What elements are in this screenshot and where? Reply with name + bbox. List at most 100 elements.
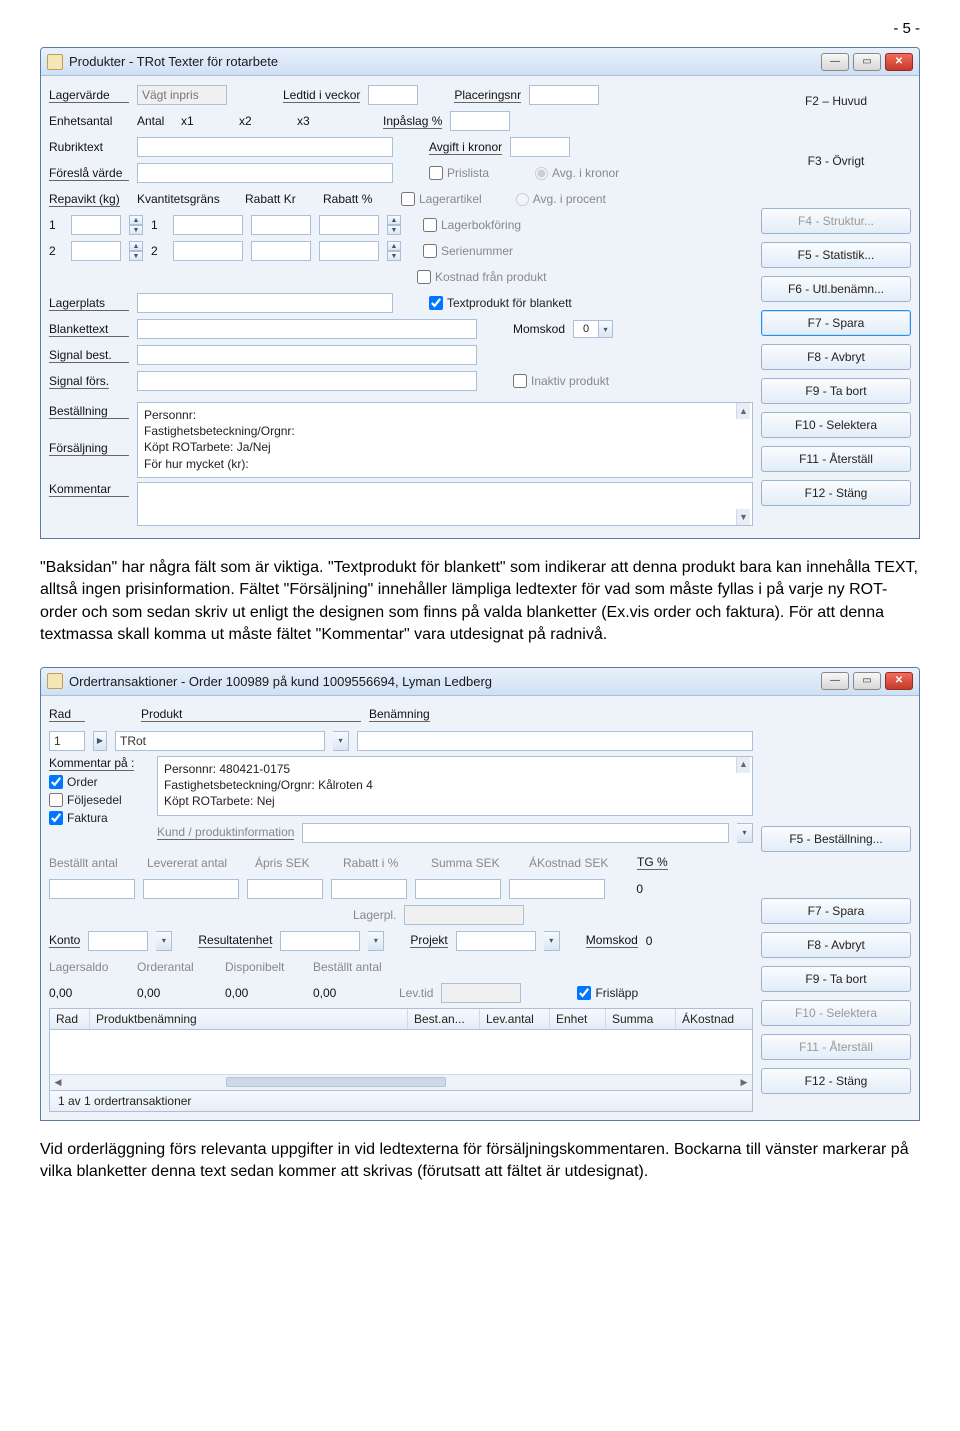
lagerartikel-checkbox[interactable]: Lagerartikel — [401, 192, 482, 206]
rabattpct-1-input[interactable] — [319, 215, 379, 235]
rabatt-i-input[interactable] — [331, 879, 407, 899]
blankettext-input[interactable] — [137, 319, 477, 339]
rabattkr-2-input[interactable] — [251, 241, 311, 261]
kommentar-textarea-2[interactable]: Personnr: 480421-0175 Fastighetsbeteckni… — [157, 756, 753, 816]
avg-kronor-radio[interactable]: Avg. i kronor — [535, 166, 619, 180]
th-enhet[interactable]: Enhet — [550, 1009, 606, 1029]
kostnad-produkt-checkbox[interactable]: Kostnad från produkt — [417, 270, 546, 284]
foljesedel-checkbox[interactable]: Följesedel — [49, 793, 149, 807]
f8-button-2[interactable]: F8 - Avbryt — [761, 932, 911, 958]
f5-button-2[interactable]: F5 - Beställning... — [761, 826, 911, 852]
serienummer-checkbox[interactable]: Serienummer — [423, 244, 513, 258]
rabattkr-1-input[interactable] — [251, 215, 311, 235]
repavikt-2-stepper[interactable]: ▲▼ — [129, 241, 143, 261]
bestallt-input[interactable] — [49, 879, 135, 899]
forsaljning-textarea[interactable]: Personnr: Fastighetsbeteckning/Orgnr: Kö… — [137, 402, 753, 478]
repavikt-2-input[interactable] — [71, 241, 121, 261]
th-levantal[interactable]: Lev.antal — [480, 1009, 550, 1029]
resultatenhet-input[interactable] — [280, 931, 360, 951]
rabattpct-2-input[interactable] — [319, 241, 379, 261]
avg-procent-radio[interactable]: Avg. i procent — [516, 192, 606, 206]
rad-expand-icon[interactable]: ▶ — [93, 731, 107, 751]
f4-button[interactable]: F4 - Struktur... — [761, 208, 911, 234]
placeringsnr-input[interactable] — [529, 85, 599, 105]
f8-button[interactable]: F8 - Avbryt — [761, 344, 911, 370]
lagerbokforing-checkbox[interactable]: Lagerbokföring — [423, 218, 521, 232]
foresla-input[interactable] — [137, 163, 393, 183]
th-rad[interactable]: Rad — [50, 1009, 90, 1029]
f9-button[interactable]: F9 - Ta bort — [761, 378, 911, 404]
benamning-input[interactable] — [357, 731, 753, 751]
inaktiv-checkbox[interactable]: Inaktiv produkt — [513, 374, 609, 388]
signal-best-input[interactable] — [137, 345, 477, 365]
akostnad-input[interactable] — [509, 879, 605, 899]
vagt-inpris-input[interactable] — [137, 85, 227, 105]
f10-button-2[interactable]: F10 - Selektera — [761, 1000, 911, 1026]
levererat-input[interactable] — [143, 879, 239, 899]
signal-fors-input[interactable] — [137, 371, 477, 391]
rabatt-1-stepper[interactable]: ▲▼ — [387, 215, 401, 235]
rabatt-2-stepper[interactable]: ▲▼ — [387, 241, 401, 261]
lagerpl-input[interactable] — [404, 905, 524, 925]
rubriktext-input[interactable] — [137, 137, 393, 157]
kommentar-textarea[interactable]: ▼ — [137, 482, 753, 526]
f2-button[interactable]: F2 – Huvud — [761, 88, 911, 114]
textprodukt-checkbox[interactable]: Textprodukt för blankett — [429, 296, 572, 310]
th-akostnad[interactable]: ÁKostnad — [676, 1009, 752, 1029]
minimize-button[interactable]: — — [821, 53, 849, 71]
produkt-input[interactable] — [115, 731, 325, 751]
konto-input[interactable] — [88, 931, 148, 951]
th-summa[interactable]: Summa — [606, 1009, 676, 1029]
f10-button[interactable]: F10 - Selektera — [761, 412, 911, 438]
order-checkbox[interactable]: Order — [49, 775, 149, 789]
f7-button-2[interactable]: F7 - Spara — [761, 898, 911, 924]
levtid-input[interactable] — [441, 983, 521, 1003]
th-bestan[interactable]: Best.an... — [408, 1009, 480, 1029]
summa-input[interactable] — [415, 879, 501, 899]
th-produktbenamning[interactable]: Produktbenämning — [90, 1009, 408, 1029]
repavikt-1-input[interactable] — [71, 215, 121, 235]
bestallt-label: Beställt antal — [49, 856, 139, 870]
kund-info-input[interactable] — [302, 823, 729, 843]
rad-input[interactable] — [49, 731, 85, 751]
maximize-button-2[interactable]: ▭ — [853, 672, 881, 690]
faktura-checkbox[interactable]: Faktura — [49, 811, 149, 825]
projekt-input[interactable] — [456, 931, 536, 951]
kvant-1-input[interactable] — [173, 215, 243, 235]
avgift-input[interactable] — [510, 137, 570, 157]
f12-button-2[interactable]: F12 - Stäng — [761, 1068, 911, 1094]
ledtid-input[interactable] — [368, 85, 418, 105]
scroll-thumb[interactable] — [226, 1077, 446, 1087]
scroll-down-icon[interactable]: ▼ — [736, 509, 750, 525]
konto-combo-arrow[interactable]: ▾ — [156, 931, 172, 951]
scroll-up-icon[interactable]: ▲ — [736, 403, 750, 419]
scroll-up-icon-2[interactable]: ▲ — [736, 757, 750, 773]
f3-button[interactable]: F3 - Övrigt — [761, 148, 911, 174]
lagerplats-input[interactable] — [137, 293, 393, 313]
resultatenhet-combo-arrow[interactable]: ▾ — [368, 931, 384, 951]
f6-button[interactable]: F6 - Utl.benämn... — [761, 276, 911, 302]
momskod-combo[interactable]: 0▾ — [573, 320, 613, 338]
prislista-checkbox[interactable]: Prislista — [429, 166, 489, 180]
kund-info-combo-arrow[interactable]: ▾ — [737, 823, 753, 843]
f11-button-2[interactable]: F11 - Återställ — [761, 1034, 911, 1060]
inpaslag-input[interactable] — [450, 111, 510, 131]
f9-button-2[interactable]: F9 - Ta bort — [761, 966, 911, 992]
f12-button[interactable]: F12 - Stäng — [761, 480, 911, 506]
minimize-button-2[interactable]: — — [821, 672, 849, 690]
f5-button[interactable]: F5 - Statistik... — [761, 242, 911, 268]
f11-button[interactable]: F11 - Återställ — [761, 446, 911, 472]
repavikt-1-stepper[interactable]: ▲▼ — [129, 215, 143, 235]
order-lines-table: Rad Produktbenämning Best.an... Lev.anta… — [49, 1008, 753, 1091]
close-button[interactable]: ✕ — [885, 53, 913, 71]
f7-button[interactable]: F7 - Spara — [761, 310, 911, 336]
close-button-2[interactable]: ✕ — [885, 672, 913, 690]
projekt-combo-arrow[interactable]: ▾ — [544, 931, 560, 951]
apris-input[interactable] — [247, 879, 323, 899]
maximize-button[interactable]: ▭ — [853, 53, 881, 71]
frislapp-checkbox[interactable]: Frisläpp — [577, 986, 638, 1000]
lagersaldo-label: Lagersaldo — [49, 960, 129, 974]
table-scrollbar[interactable]: ◀ ▶ — [50, 1074, 752, 1090]
produkt-combo-arrow[interactable]: ▾ — [333, 731, 349, 751]
kvant-2-input[interactable] — [173, 241, 243, 261]
